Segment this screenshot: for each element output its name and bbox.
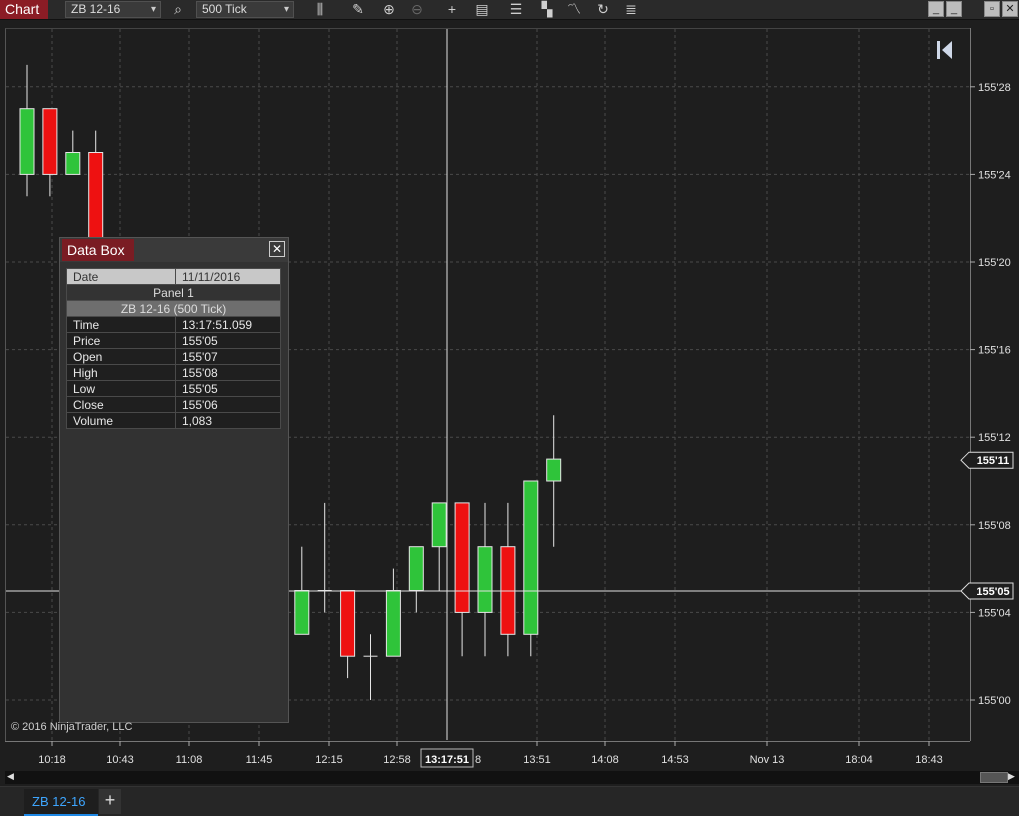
table-row: Volume 1,083	[66, 412, 281, 429]
field-label: Time	[66, 316, 176, 333]
candle-down	[42, 108, 58, 175]
field-value: 155'07	[175, 348, 281, 365]
x-tick-label: 14:08	[591, 754, 619, 766]
y-tick-label: 155'12	[978, 432, 1011, 444]
y-tick-labels: 155'28 155'24 155'20 155'16 155'12 155'08 155'…	[970, 82, 1011, 707]
candle-up	[65, 152, 81, 175]
field-label: High	[66, 364, 176, 381]
tab-bar: ZB 12-16 +	[0, 786, 1019, 816]
x-tick-label: 18:43	[915, 754, 943, 766]
scroll-left-icon[interactable]: ◀	[7, 771, 14, 782]
data-box-header[interactable]: Data Box ✕	[60, 238, 288, 262]
x-tick-label: 18:04	[845, 754, 873, 766]
candle-down	[340, 590, 356, 657]
candle-up	[294, 590, 310, 635]
data-box-window[interactable]: Data Box ✕ Date 11/11/2016 Panel 1 ZB 12…	[59, 237, 289, 723]
x-tick-label: 10:43	[106, 754, 134, 766]
scrollbar-thumb[interactable]	[980, 772, 1008, 783]
date-row: Date 11/11/2016	[66, 268, 281, 285]
x-tick-label: 8	[475, 754, 481, 766]
crosshair-time-label: 13:17:51	[425, 754, 469, 766]
table-row: Low 155'05	[66, 380, 281, 397]
y-tick-label: 155'24	[978, 169, 1011, 181]
x-tick-label: 12:58	[383, 754, 411, 766]
table-row: Price 155'05	[66, 332, 281, 349]
field-label: Low	[66, 380, 176, 397]
x-tick-label: 10:18	[38, 754, 66, 766]
scroll-right-icon[interactable]: ▶	[1008, 771, 1015, 782]
data-box-title: Data Box	[62, 239, 134, 261]
table-row: Open 155'07	[66, 348, 281, 365]
y-tick-label: 155'20	[978, 257, 1011, 269]
field-value: 13:17:51.059	[175, 316, 281, 333]
field-value: 155'06	[175, 396, 281, 413]
field-value: 155'05	[175, 380, 281, 397]
field-label: Close	[66, 396, 176, 413]
y-tick-label: 155'28	[978, 82, 1011, 94]
x-tick-label: 14:53	[661, 754, 689, 766]
data-box-table: Date 11/11/2016 Panel 1 ZB 12-16 (500 Ti…	[66, 268, 281, 429]
x-tick-label: 11:08	[176, 754, 203, 766]
x-tick-label: 11:45	[246, 754, 273, 766]
field-label: Price	[66, 332, 176, 349]
y-tick-label: 155'16	[978, 345, 1011, 357]
field-value: 155'05	[175, 332, 281, 349]
instrument-label: ZB 12-16 (500 Tick)	[66, 300, 281, 317]
close-icon[interactable]: ✕	[269, 241, 285, 257]
y-tick-label: 155'04	[978, 607, 1011, 619]
candle-up	[408, 546, 424, 592]
field-value: 1,083	[175, 412, 281, 429]
candle-up	[431, 502, 447, 548]
instrument-row: ZB 12-16 (500 Tick)	[66, 300, 281, 317]
table-row: Time 13:17:51.059	[66, 316, 281, 333]
x-tick-label: Nov 13	[750, 754, 785, 766]
tab-zb-12-16[interactable]: ZB 12-16	[24, 789, 98, 816]
candle-up	[19, 108, 35, 175]
panel-label: Panel 1	[66, 284, 281, 301]
scroll-to-start-icon[interactable]	[936, 40, 954, 60]
crosshair-price-label: 155'05	[976, 586, 1009, 598]
candle-up	[546, 458, 562, 482]
table-row: Close 155'06	[66, 396, 281, 413]
field-label: Volume	[66, 412, 176, 429]
panel-row: Panel 1	[66, 284, 281, 301]
horizontal-scrollbar[interactable]: ◀ ▶	[5, 771, 1019, 784]
field-label: Open	[66, 348, 176, 365]
x-tick-label: 13:51	[523, 754, 551, 766]
candle-up	[523, 480, 539, 635]
candle-down	[454, 502, 470, 613]
x-tick-labels: 10:18 10:43 11:08 11:45 12:15 12:58 13:51 14:08…	[38, 741, 943, 766]
y-tick-label: 155'08	[978, 520, 1011, 532]
date-label: Date	[66, 268, 176, 285]
field-value: 155'08	[175, 364, 281, 381]
table-row: High 155'08	[66, 364, 281, 381]
candle-up	[477, 546, 493, 613]
candle-up	[385, 590, 401, 657]
last-price-label: 155'11	[977, 455, 1010, 467]
add-tab-button[interactable]: +	[99, 789, 121, 814]
y-tick-label: 155'00	[978, 695, 1011, 707]
date-value: 11/11/2016	[175, 268, 281, 285]
x-tick-label: 12:15	[315, 754, 343, 766]
copyright-text: © 2016 NinjaTrader, LLC	[11, 721, 133, 733]
